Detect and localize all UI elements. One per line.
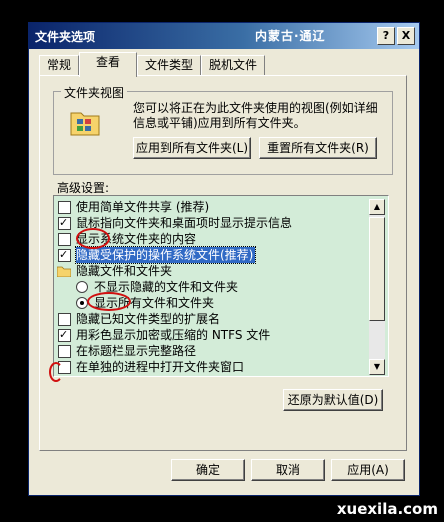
- radio-button[interactable]: [76, 297, 88, 309]
- annotation-circle: [76, 228, 110, 249]
- ok-button[interactable]: 确定: [171, 459, 245, 481]
- checkbox[interactable]: [58, 327, 71, 343]
- checkbox[interactable]: [58, 215, 71, 231]
- checkbox[interactable]: [58, 201, 71, 214]
- scroll-down-icon[interactable]: ▼: [369, 359, 385, 375]
- title-logo: 内蒙古·通辽: [255, 29, 326, 43]
- folder-icon: [56, 265, 72, 278]
- help-button[interactable]: ?: [377, 27, 395, 45]
- scroll-up-icon[interactable]: ▲: [369, 199, 385, 215]
- title-bar: 文件夹选项 内蒙古·通辽 ? X: [29, 23, 419, 49]
- scroll-thumb[interactable]: [369, 217, 385, 321]
- checkbox[interactable]: [58, 247, 71, 263]
- restore-defaults-button[interactable]: 还原为默认值(D): [283, 389, 383, 411]
- radio-button[interactable]: [76, 281, 88, 293]
- apply-button[interactable]: 应用(A): [331, 459, 405, 481]
- tab-general[interactable]: 常规: [39, 55, 79, 76]
- folder-views-legend: 文件夹视图: [61, 84, 128, 101]
- list-scrollbar[interactable]: ▲ ▼: [369, 199, 385, 375]
- reset-all-folders-button[interactable]: 重置所有文件夹(R): [259, 137, 377, 159]
- folder-view-icon: [69, 107, 101, 137]
- window-title: 文件夹选项: [35, 30, 96, 44]
- folder-options-dialog: 文件夹选项 内蒙古·通辽 ? X 常规 查看 文件类型 脱机文件 文件夹视图 您…: [28, 22, 420, 496]
- watermark: xuexila.com: [336, 500, 438, 518]
- annotation-circle: [87, 292, 131, 311]
- advanced-settings-list[interactable]: 使用简单文件共享 (推荐) 鼠标指向文件夹和桌面项时显示提示信息 显示系统文件夹…: [53, 195, 389, 377]
- checkbox[interactable]: [58, 233, 71, 246]
- folder-views-description: 您可以将正在为此文件夹使用的视图(例如详细信息或平铺)应用到所有文件夹。: [133, 101, 378, 130]
- advanced-settings-label: 高级设置:: [57, 181, 110, 195]
- checkbox[interactable]: [58, 313, 71, 326]
- tab-offline-files[interactable]: 脱机文件: [201, 55, 265, 76]
- checkbox[interactable]: [58, 345, 71, 358]
- tab-file-types[interactable]: 文件类型: [137, 55, 201, 76]
- tab-view[interactable]: 查看: [79, 52, 137, 77]
- apply-to-all-folders-button[interactable]: 应用到所有文件夹(L): [133, 137, 251, 159]
- close-button[interactable]: X: [397, 27, 415, 45]
- annotation-circle: [49, 362, 63, 382]
- cancel-button[interactable]: 取消: [251, 459, 325, 481]
